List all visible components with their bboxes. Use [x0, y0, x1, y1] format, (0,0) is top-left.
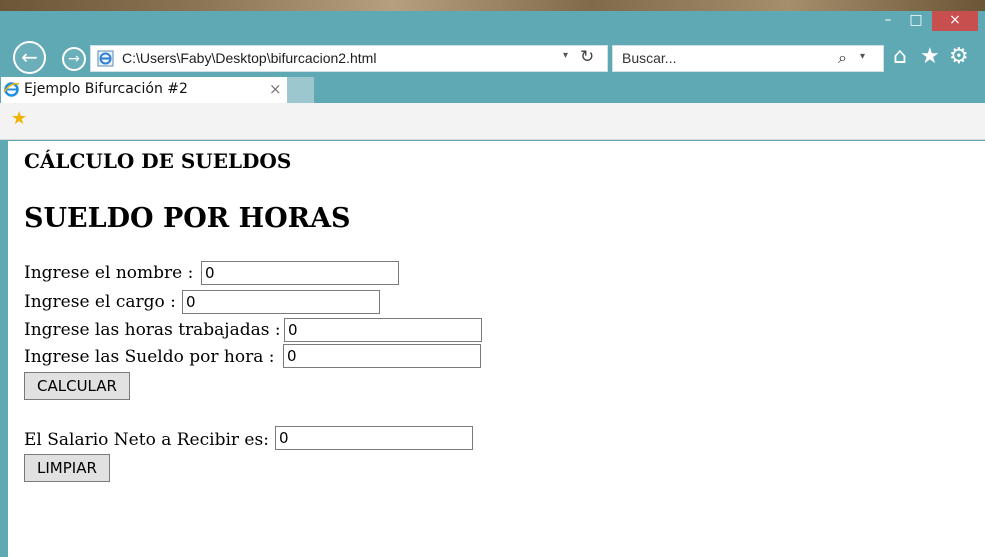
address-url[interactable]: C:\Users\Faby\Desktop\bifurcacion2.html	[122, 50, 376, 66]
home-icon[interactable]: ⌂	[893, 45, 907, 69]
gear-icon[interactable]: ⚙	[949, 45, 969, 69]
forward-button[interactable]: →	[62, 47, 86, 71]
refresh-icon[interactable]: ↻	[580, 47, 594, 67]
search-dropdown-icon[interactable]: ▾	[860, 51, 865, 62]
name-label: Ingrese el nombre :	[24, 263, 194, 283]
rate-label: Ingrese las Sueldo por hora :	[24, 347, 275, 367]
search-box[interactable]: Buscar... ⌕ ▾	[612, 45, 884, 72]
cargo-field[interactable]: 0	[182, 290, 380, 314]
back-button[interactable]: ←	[13, 41, 46, 74]
address-bar[interactable]: C:\Users\Faby\Desktop\bifurcacion2.html …	[90, 45, 608, 72]
calculate-button[interactable]: CALCULAR	[24, 372, 130, 400]
result-field[interactable]: 0	[275, 426, 473, 450]
minimize-button[interactable]: –	[875, 11, 901, 31]
tab-close-icon[interactable]: ×	[269, 80, 282, 98]
name-field[interactable]: 0	[201, 261, 399, 285]
ie-logo-icon	[3, 82, 20, 97]
tab-active[interactable]: Ejemplo Bifurcación #2 ×	[1, 77, 288, 103]
window-left-border	[0, 141, 8, 557]
cargo-label: Ingrese el cargo :	[24, 292, 176, 312]
hours-field[interactable]: 0	[284, 318, 482, 342]
new-tab-button[interactable]	[288, 77, 314, 103]
close-window-button[interactable]: ×	[932, 11, 978, 31]
ie-page-icon	[97, 50, 114, 67]
back-arrow-icon: ←	[21, 45, 38, 69]
tab-title: Ejemplo Bifurcación #2	[24, 81, 188, 97]
rate-field[interactable]: 0	[283, 344, 481, 368]
page-title: CÁLCULO DE SUELDOS	[24, 149, 292, 173]
search-input[interactable]: Buscar...	[622, 50, 676, 66]
maximize-button[interactable]: □	[903, 11, 929, 31]
favorites-star-icon[interactable]: ★	[920, 45, 940, 69]
clear-button[interactable]: LIMPIAR	[24, 454, 110, 482]
address-dropdown-icon[interactable]: ▾	[563, 50, 568, 61]
add-favorite-icon[interactable]: ★	[11, 109, 27, 129]
search-icon[interactable]: ⌕	[838, 48, 847, 68]
forward-arrow-icon: →	[68, 51, 80, 67]
hours-label: Ingrese las horas trabajadas :	[24, 320, 281, 340]
desktop-background-strip	[0, 0, 985, 11]
page-subtitle: SUELDO POR HORAS	[24, 203, 351, 234]
result-label: El Salario Neto a Recibir es:	[24, 430, 269, 450]
favorites-bar	[0, 103, 985, 140]
